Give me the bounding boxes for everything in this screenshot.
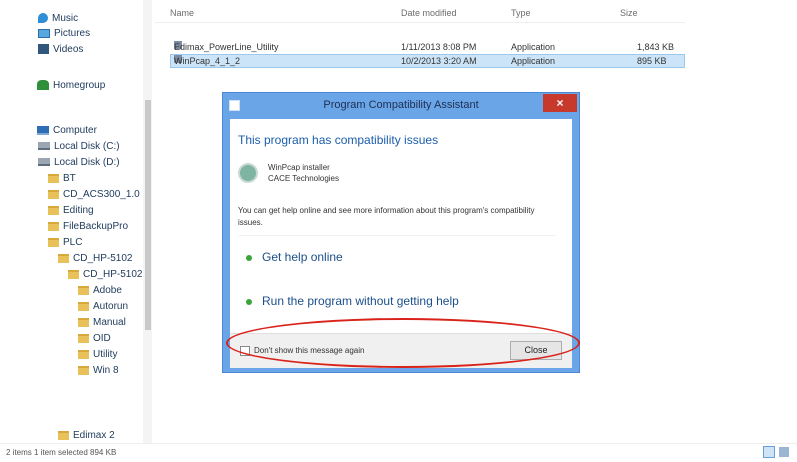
pictures-icon [38,28,50,38]
nav-item-bt[interactable]: BT [48,171,76,186]
get-help-online-option[interactable]: Get help online [238,243,558,271]
file-size: 895 KB [637,56,667,66]
folder-icon [48,173,59,183]
nav-item-plc[interactable]: PLC [48,235,82,250]
folder-icon [48,237,59,247]
nav-item-local-disk-c[interactable]: Local Disk (C:) [38,139,120,154]
nav-item-win8[interactable]: Win 8 [78,363,119,378]
nav-scrollbar-thumb[interactable] [145,100,151,330]
videos-icon [38,44,49,55]
file-name: WinPcap_4_1_2 [174,56,241,66]
program-name: WinPcap installer [268,163,330,172]
drive-icon [38,142,50,151]
file-type: Application [511,56,556,66]
column-header-name[interactable]: Name [170,8,194,18]
nav-item-computer[interactable]: Computer [37,123,97,138]
nav-item-pictures[interactable]: Pictures [38,26,90,41]
file-date: 10/2/2013 3:20 AM [401,56,477,66]
nav-item-music[interactable]: Music [38,11,78,26]
column-header-type[interactable]: Type [511,8,531,18]
large-icons-view-icon[interactable] [779,447,789,457]
folder-icon [48,205,59,215]
folder-icon [78,365,89,375]
green-bullet-icon [246,254,252,261]
dialog-description: You can get help online and see more inf… [238,206,535,227]
nav-item-adobe[interactable]: Adobe [78,283,122,298]
nav-item-manual[interactable]: Manual [78,315,126,330]
drive-icon [38,158,50,167]
nav-item-videos[interactable]: Videos [38,42,83,57]
column-header-date[interactable]: Date modified [401,8,457,18]
column-header-size[interactable]: Size [620,8,638,18]
file-date: 1/11/2013 8:08 PM [401,42,477,52]
nav-item-local-disk-d[interactable]: Local Disk (D:) [38,155,120,170]
annotation-ellipse [226,318,580,368]
homegroup-icon [37,80,49,91]
folder-icon [78,333,89,343]
file-type: Application [511,42,556,52]
folder-icon [78,349,89,359]
folder-icon [48,189,59,199]
folder-icon [78,285,89,295]
folder-icon [58,430,69,440]
column-divider [155,22,685,23]
folder-icon [58,253,69,263]
file-row-selected[interactable]: WinPcap_4_1_2 10/2/2013 3:20 AM Applicat… [170,54,685,68]
status-bar: 2 items 1 item selected 894 KB [0,443,797,462]
dialog-body: This program has compatibility issues Wi… [230,119,572,333]
view-toggle[interactable] [763,446,793,458]
nav-item-utility[interactable]: Utility [78,347,117,362]
close-icon[interactable]: × [543,94,577,112]
file-name: Edimax_PowerLine_Utility [174,42,279,52]
nav-item-editing[interactable]: Editing [48,203,94,218]
program-icon [238,163,258,183]
option-divider [238,235,556,236]
folder-icon [78,301,89,311]
green-bullet-icon [246,298,252,305]
nav-item-autorun[interactable]: Autorun [78,299,128,314]
nav-item-cd-hp-5102-a[interactable]: CD_HP-5102 [58,251,132,266]
folder-icon [48,221,59,231]
nav-item-cd-hp-5102-b[interactable]: CD_HP-5102 [68,267,142,282]
nav-item-filebackuppro[interactable]: FileBackupPro [48,219,128,234]
folder-icon [68,269,79,279]
nav-item-oid[interactable]: OID [78,331,111,346]
details-view-icon[interactable] [763,446,775,458]
dialog-title: Program Compatibility Assistant [323,99,479,111]
navigation-pane: Music Pictures Videos Homegroup Computer… [0,0,152,443]
run-without-help-option[interactable]: Run the program without getting help [238,287,558,315]
file-row[interactable]: Edimax_PowerLine_Utility 1/11/2013 8:08 … [170,41,683,53]
nav-item-homegroup[interactable]: Homegroup [37,78,105,93]
status-text: 2 items 1 item selected 894 KB [6,448,117,457]
dialog-heading: This program has compatibility issues [238,133,439,147]
nav-item-cd-acs300[interactable]: CD_ACS300_1.0 [48,187,140,202]
nav-item-edimax2[interactable]: Edimax 2 [58,428,115,443]
program-publisher: CACE Technologies [268,174,340,183]
folder-icon [78,317,89,327]
music-icon [38,13,48,24]
computer-icon [37,125,49,135]
file-size: 1,843 KB [637,42,675,52]
